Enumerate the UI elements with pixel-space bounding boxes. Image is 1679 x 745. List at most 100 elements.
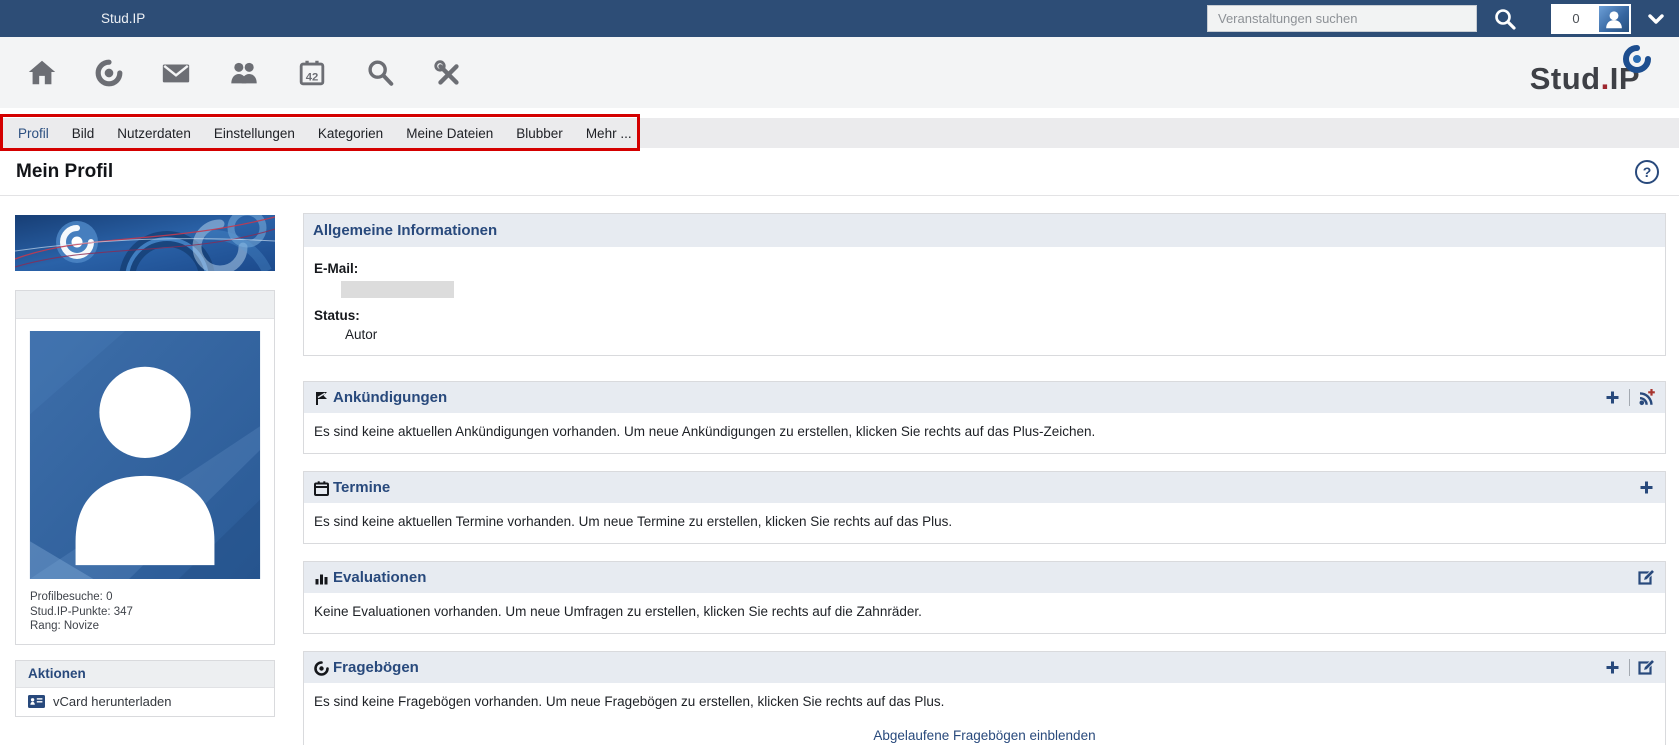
page-title: Mein Profil [16, 161, 113, 183]
tab-blubber[interactable]: Blubber [516, 126, 563, 141]
toolbar-tools-button[interactable] [431, 57, 465, 89]
announcements-actions [1603, 388, 1656, 407]
questionnaires-empty-text: Es sind keine Fragebögen vorhanden. Um n… [304, 683, 1665, 723]
profile-avatar-image [29, 331, 261, 579]
home-icon [25, 57, 59, 89]
content-area: Profilbesuche: 0 Stud.IP-Punkte: 347 Ran… [0, 196, 1679, 745]
section-dates-title-wrap: Termine [313, 479, 390, 496]
tab-kategorien[interactable]: Kategorien [318, 126, 383, 141]
tab-list: Profil Bild Nutzerdaten Einstellungen Ka… [0, 126, 632, 141]
chevron-down-icon [1645, 10, 1667, 28]
questionnaires-actions [1603, 658, 1656, 677]
tab-einstellungen[interactable]: Einstellungen [214, 126, 295, 141]
show-expired-questionnaires-link[interactable]: Abgelaufene Fragebögen einblenden [873, 728, 1095, 743]
actions-widget: Aktionen vCard herunterladen [15, 660, 275, 717]
search-submit-button[interactable] [1485, 5, 1525, 33]
user-avatar-button[interactable] [1599, 6, 1629, 32]
search-icon [1493, 7, 1517, 31]
questionnaire-spiral-icon [313, 660, 330, 677]
section-questionnaires: Fragebögen [303, 651, 1666, 745]
questionnaires-footer: Abgelaufene Fragebögen einblenden [304, 723, 1665, 745]
edit-form-icon [1637, 568, 1656, 587]
section-evaluations-title: Evaluationen [333, 569, 426, 586]
mail-icon [159, 57, 193, 89]
section-announcements-title-wrap: Ankündigungen [313, 389, 447, 406]
section-evaluations-title-wrap: Evaluationen [313, 569, 426, 586]
status-value: Autor [345, 327, 1655, 342]
activate-rss-button[interactable] [1637, 388, 1656, 407]
evaluations-actions [1637, 568, 1656, 587]
notification-counter[interactable]: 0 [1553, 6, 1599, 32]
icon-separator [1629, 389, 1630, 406]
page-header: Mein Profil ? [0, 148, 1679, 196]
manage-questionnaires-button[interactable] [1637, 658, 1656, 677]
calendar-day-number: 42 [306, 71, 319, 83]
toolbar-community-button[interactable] [227, 57, 261, 89]
section-announcements-title: Ankündigungen [333, 389, 447, 406]
actions-widget-title: Aktionen [16, 661, 274, 688]
manage-evaluations-button[interactable] [1637, 568, 1656, 587]
profile-tabs: Profil Bild Nutzerdaten Einstellungen Ka… [0, 118, 1679, 148]
main-column: Allgemeine Informationen E-Mail: Status:… [303, 213, 1666, 745]
tab-profil[interactable]: Profil [18, 126, 49, 141]
profile-card-header [16, 291, 274, 319]
tab-nutzerdaten[interactable]: Nutzerdaten [117, 126, 191, 141]
toolbar-gap [0, 108, 1679, 118]
topbar: Stud.IP 0 [0, 0, 1679, 37]
icon-separator [1629, 659, 1630, 676]
dates-actions [1637, 478, 1656, 497]
toolbar-icons: 42 [25, 57, 465, 89]
plus-icon [1603, 388, 1622, 407]
calendar-icon: 42 [295, 57, 329, 89]
user-widget: 0 [1551, 4, 1631, 34]
section-questionnaires-header: Fragebögen [304, 652, 1665, 683]
tab-meine-dateien[interactable]: Meine Dateien [406, 126, 493, 141]
profile-card: Profilbesuche: 0 Stud.IP-Punkte: 347 Ran… [15, 290, 275, 645]
toolbar-messages-button[interactable] [159, 57, 193, 89]
toolbar-search-button[interactable] [363, 57, 397, 89]
toolbar-studip-button[interactable] [93, 57, 125, 89]
add-announcement-button[interactable] [1603, 388, 1622, 407]
add-date-button[interactable] [1637, 478, 1656, 497]
stat-profile-visits: Profilbesuche: 0 [30, 590, 260, 605]
help-button[interactable]: ? [1634, 159, 1660, 185]
topbar-right: 0 [1207, 4, 1679, 34]
vcard-download-link[interactable]: vCard herunterladen [16, 688, 274, 716]
section-general-info-header: Allgemeine Informationen [304, 214, 1665, 247]
sidebar: Profilbesuche: 0 Stud.IP-Punkte: 347 Ran… [15, 213, 275, 745]
app-title: Stud.IP [101, 11, 145, 26]
email-value-redacted [341, 281, 454, 298]
announcements-empty-text: Es sind keine aktuellen Ankündigungen vo… [304, 413, 1665, 453]
bar-chart-icon [313, 570, 330, 587]
section-dates-title: Termine [333, 479, 390, 496]
search-input[interactable] [1207, 5, 1477, 32]
section-questionnaires-title: Fragebögen [333, 659, 419, 676]
vcard-icon [28, 695, 45, 708]
status-label: Status: [314, 308, 1655, 323]
logo-spiral-icon [1622, 44, 1652, 74]
section-general-info-title: Allgemeine Informationen [313, 222, 497, 239]
dates-empty-text: Es sind keine aktuellen Termine vorhande… [304, 503, 1665, 543]
tools-icon [431, 57, 465, 89]
user-avatar-icon [1602, 7, 1626, 31]
vcard-link-label: vCard herunterladen [53, 694, 172, 709]
community-icon [227, 57, 261, 89]
plus-icon [1603, 658, 1622, 677]
add-questionnaire-button[interactable] [1603, 658, 1622, 677]
user-menu-toggle[interactable] [1645, 10, 1667, 28]
studip-spiral-icon [93, 57, 125, 89]
calendar-small-icon [313, 480, 330, 497]
stat-studip-points: Stud.IP-Punkte: 347 [30, 605, 260, 620]
section-dates-header: Termine [304, 472, 1665, 503]
search-icon [363, 57, 397, 89]
tab-mehr[interactable]: Mehr ... [586, 126, 632, 141]
plus-icon [1637, 478, 1656, 497]
section-evaluations-header: Evaluationen [304, 562, 1665, 593]
toolbar-schedule-button[interactable]: 42 [295, 57, 329, 89]
tab-bild[interactable]: Bild [72, 126, 95, 141]
email-label: E-Mail: [314, 261, 1655, 276]
general-info-body: E-Mail: Status: Autor [304, 247, 1665, 355]
toolbar-home-button[interactable] [25, 57, 59, 89]
rss-add-icon [1637, 388, 1656, 407]
logo-red-dot: . [1601, 61, 1610, 96]
